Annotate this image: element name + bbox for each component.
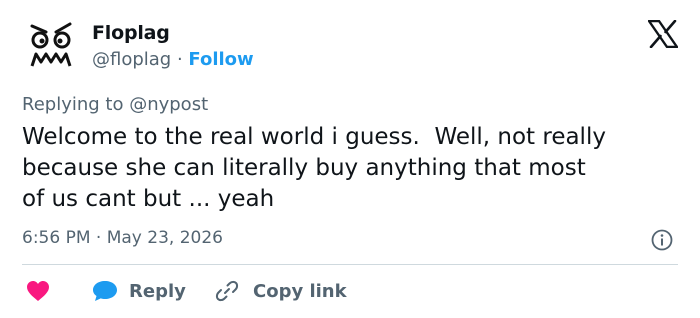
- tweet-timestamp[interactable]: 6:56 PM · May 23, 2026: [22, 228, 223, 248]
- copy-link-button[interactable]: Copy link: [215, 278, 347, 304]
- divider: [22, 264, 678, 265]
- author-display-name[interactable]: Floplag: [92, 22, 170, 44]
- reply-context[interactable]: Replying to @nypost: [22, 94, 208, 115]
- reply-button[interactable]: Reply: [92, 278, 186, 304]
- follow-button[interactable]: Follow: [188, 49, 253, 70]
- x-logo-icon[interactable]: [648, 20, 678, 48]
- copy-link-label: Copy link: [253, 280, 347, 302]
- author-handle-row: @floplag · Follow: [92, 49, 254, 70]
- author-handle[interactable]: @floplag: [92, 49, 171, 70]
- heart-icon[interactable]: [26, 280, 50, 302]
- link-icon: [215, 280, 239, 302]
- action-bar: Reply Copy link: [22, 278, 682, 304]
- speech-bubble-icon: [93, 281, 117, 301]
- reply-label: Reply: [129, 280, 186, 302]
- tweet-card: Floplag @floplag · Follow Replying to @n…: [0, 0, 700, 318]
- handle-separator: ·: [171, 49, 189, 70]
- avatar-angry-face-icon[interactable]: [24, 14, 78, 72]
- info-icon[interactable]: [651, 229, 673, 251]
- tweet-text: Welcome to the real world i guess. Well,…: [22, 124, 606, 212]
